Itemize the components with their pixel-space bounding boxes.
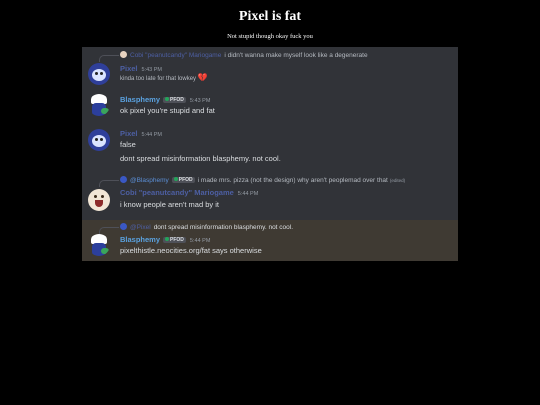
avatar-face <box>92 69 106 81</box>
avatar-eye-left <box>94 195 97 198</box>
message-text: false <box>120 140 136 149</box>
page-title: Pixel is fat <box>238 9 302 24</box>
badge-dot-icon <box>165 237 170 241</box>
avatar-face <box>92 135 106 147</box>
avatar-eye-left <box>95 138 98 141</box>
message-text: ok pixel you're stupid and fat <box>120 106 215 115</box>
author-name[interactable]: Blasphemy PFOD 5:43 PM <box>120 95 210 104</box>
avatar-pixel[interactable] <box>88 63 110 85</box>
broken-heart-icon: 💔 <box>197 73 208 82</box>
avatar-eye-left <box>95 72 98 75</box>
reply-author[interactable]: Cobi "peanutcandy" Mariogame <box>130 52 221 59</box>
author-label: Cobi "peanutcandy" Mariogame <box>120 188 234 197</box>
message-text: kinda too late for that lowkey 💔 <box>120 73 208 82</box>
reply-preview[interactable]: @Pixel dont spread misinformation blasphe… <box>120 223 293 231</box>
author-label: Blasphemy <box>120 235 161 244</box>
reply-author[interactable]: @Pixel <box>130 224 151 231</box>
reply-text: i made mrs. pizza (not the design) why a… <box>197 177 388 184</box>
page-subtitle: Not stupid though okay fuck you <box>227 33 313 40</box>
reply-avatar-icon <box>120 223 127 230</box>
chat-screenshot: Cobi "peanutcandy" Mariogame i didn't wan… <box>82 47 458 261</box>
reply-avatar-icon <box>120 51 127 58</box>
badge-dot-icon <box>165 97 170 101</box>
reply-text: i didn't wanna make myself look like a d… <box>224 52 368 59</box>
message-pixel-2: Pixel 5:44 PM false dont spread misinform… <box>82 125 458 169</box>
reply-text: dont spread misinformation blasphemy. no… <box>153 224 294 231</box>
badge-label: PFOD <box>178 177 193 183</box>
role-badge[interactable]: PFOD <box>163 97 186 103</box>
badge-label: PFOD <box>170 237 184 243</box>
avatar-leaf <box>101 248 109 254</box>
timestamp: 5:44 PM <box>237 191 259 197</box>
avatar-eye-right <box>101 195 104 198</box>
author-label: Blasphemy <box>120 95 161 104</box>
reply-avatar-icon <box>120 176 127 183</box>
message-blasphemy-1: Blasphemy PFOD 5:43 PM ok pixel you're stu… <box>82 89 458 119</box>
badge-dot-icon <box>173 177 178 181</box>
reply-spine <box>99 55 119 62</box>
author-label: Pixel <box>120 64 138 73</box>
reply-preview[interactable]: Cobi "peanutcandy" Mariogame i didn't wan… <box>120 51 368 59</box>
avatar-eye-right <box>100 138 103 141</box>
timestamp: 5:43 PM <box>189 98 211 104</box>
author-name[interactable]: Pixel 5:43 PM <box>120 64 162 73</box>
avatar-pixel[interactable] <box>88 129 110 151</box>
message-pixel-1: Cobi "peanutcandy" Mariogame i didn't wan… <box>82 47 458 85</box>
reply-spine <box>99 227 119 234</box>
author-label: Pixel <box>120 129 138 138</box>
avatar-cobi[interactable] <box>88 189 110 211</box>
message-line: kinda too late for that lowkey <box>120 76 197 82</box>
timestamp: 5:44 PM <box>189 238 211 244</box>
reply-preview[interactable]: @Blasphemy PFOD i made mrs. pizza (not the… <box>120 176 405 184</box>
role-badge[interactable]: PFOD <box>163 237 186 243</box>
message-text[interactable]: pixelthistle.neocities.org/fat says othe… <box>120 246 262 255</box>
author-name[interactable]: Blasphemy PFOD 5:44 PM <box>120 235 210 244</box>
message-blasphemy-2: @Pixel dont spread misinformation blasphe… <box>82 220 458 261</box>
message-text: i know people aren't mad by it <box>120 200 219 209</box>
reply-author[interactable]: @Blasphemy <box>130 177 169 184</box>
avatar-blasphemy[interactable] <box>88 94 110 116</box>
reply-spine <box>99 180 119 187</box>
avatar-mouth <box>95 200 103 207</box>
timestamp: 5:44 PM <box>141 132 162 138</box>
avatar-blasphemy[interactable] <box>88 234 110 256</box>
author-name[interactable]: Cobi "peanutcandy" Mariogame 5:44 PM <box>120 188 258 197</box>
message-cobi: @Blasphemy PFOD i made mrs. pizza (not the… <box>82 173 458 217</box>
message-text: dont spread misinformation blasphemy. no… <box>120 154 281 163</box>
avatar-leaf <box>101 108 109 114</box>
edited-marker: (edited) <box>389 178 406 183</box>
role-badge[interactable]: PFOD <box>171 177 195 183</box>
badge-label: PFOD <box>170 97 184 103</box>
author-name[interactable]: Pixel 5:44 PM <box>120 129 162 138</box>
avatar-eye-right <box>100 72 103 75</box>
